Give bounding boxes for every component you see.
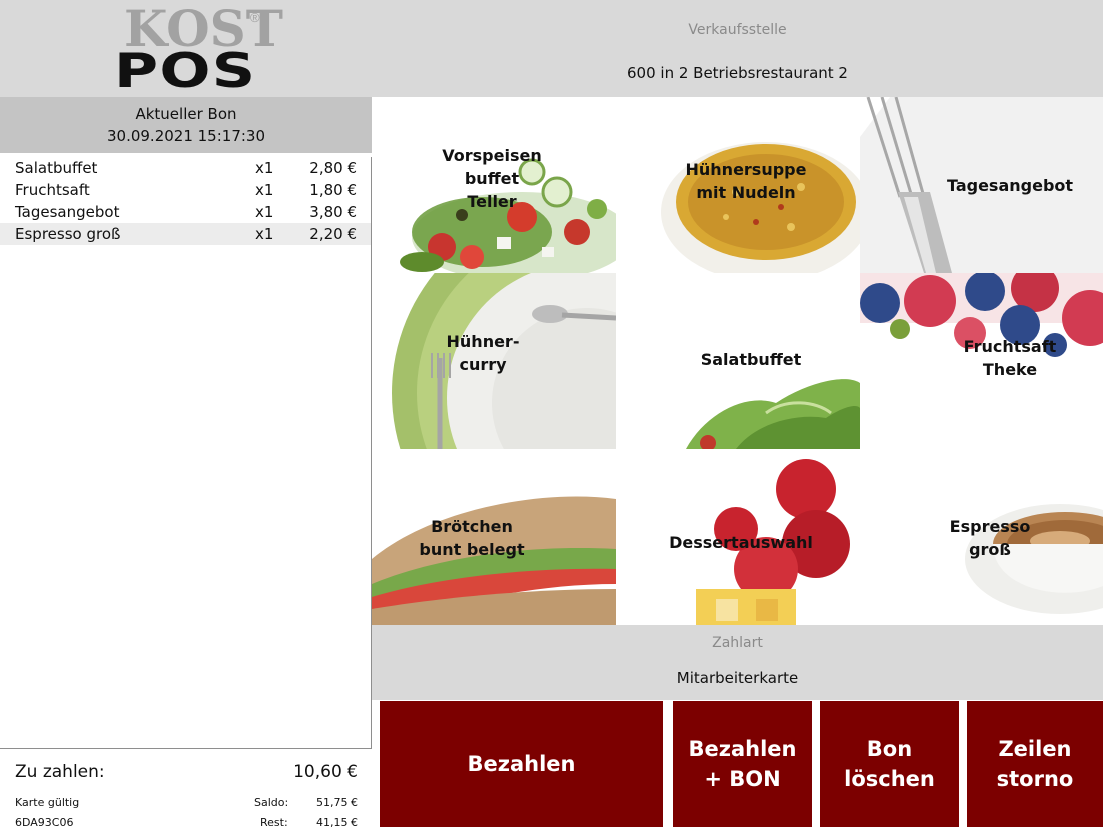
current-receipt-header: Aktueller Bon 30.09.2021 15:17:30	[0, 97, 372, 153]
product-tile-salatbuffet[interactable]: Salatbuffet	[616, 273, 860, 449]
receipt-item-name: Tagesangebot	[15, 203, 120, 221]
receipt-item-price: 2,80 €	[309, 159, 357, 177]
balance-value: 51,75 €	[316, 796, 358, 809]
receipt-item-name: Fruchtsaft	[15, 181, 90, 199]
product-label: Vorspeisen buffet Teller	[442, 146, 542, 211]
card-valid-label: Karte gültig	[15, 796, 80, 809]
product-label: Fruchtsaft Theke	[963, 337, 1057, 379]
receipt-item-list[interactable]: Salatbuffet x1 2,80 € Fruchtsaft x1 1,80…	[0, 157, 372, 749]
receipt-item-price: 3,80 €	[309, 203, 357, 221]
receipt-item-qty: x1	[255, 203, 274, 221]
product-tile-tagesangebot[interactable]: Tagesangebot	[860, 97, 1103, 273]
kostpos-logo: KOST ® POS	[0, 0, 372, 97]
product-grid: Vorspeisen buffet Teller Hühnersuppe mit…	[372, 97, 1103, 625]
balance-label: Saldo:	[254, 796, 289, 809]
void-line-button[interactable]: Zeilen storno	[967, 701, 1103, 827]
product-label: Salatbuffet	[700, 350, 802, 369]
product-tile-huehnersuppe[interactable]: Hühnersuppe mit Nudeln	[616, 97, 860, 273]
remaining-label: Rest:	[260, 816, 288, 827]
remaining-value: 41,15 €	[316, 816, 358, 827]
sales-point-label: Verkaufsstelle	[688, 22, 787, 38]
logo-pos-text: POS	[114, 44, 257, 99]
sales-point-value: 600 in 2 Betriebsrestaurant 2	[627, 64, 848, 82]
delete-receipt-button[interactable]: Bon löschen	[820, 701, 959, 827]
receipt-item-qty: x1	[255, 225, 274, 243]
product-label: Tagesangebot	[946, 176, 1074, 195]
receipt-row-selected[interactable]: Espresso groß x1 2,20 €	[0, 223, 371, 245]
receipt-item-qty: x1	[255, 159, 274, 177]
payment-method-label: Zahlart	[712, 635, 763, 651]
payment-method-panel: Zahlart Mitarbeiterkarte	[372, 625, 1103, 700]
product-tile-fruchtsaft[interactable]: Fruchtsaft Theke	[860, 273, 1103, 449]
product-label: Dessertauswahl	[669, 533, 813, 552]
product-tile-espresso[interactable]: Espresso groß	[860, 449, 1103, 625]
receipt-item-price: 2,20 €	[309, 225, 357, 243]
product-label: Hühnersuppe mit Nudeln	[685, 160, 807, 202]
receipt-row[interactable]: Fruchtsaft x1 1,80 €	[0, 179, 371, 201]
logo-registered-mark: ®	[250, 10, 260, 25]
product-tile-broetchen[interactable]: Brötchen bunt belegt	[372, 449, 616, 625]
product-label: Brötchen bunt belegt	[419, 517, 525, 559]
card-id: 6DA93C06	[15, 816, 74, 827]
receipt-row[interactable]: Salatbuffet x1 2,80 €	[0, 157, 371, 179]
pay-button[interactable]: Bezahlen	[380, 701, 663, 827]
receipt-row[interactable]: Tagesangebot x1 3,80 €	[0, 201, 371, 223]
product-label: Espresso groß	[949, 517, 1031, 559]
receipt-item-name: Espresso groß	[15, 225, 121, 243]
receipt-item-price: 1,80 €	[309, 181, 357, 199]
current-receipt-title: Aktueller Bon	[135, 105, 237, 123]
payment-method-value[interactable]: Mitarbeiterkarte	[372, 669, 1103, 687]
current-receipt-datetime: 30.09.2021 15:17:30	[106, 127, 266, 145]
product-tile-huehnercurry[interactable]: Hühner- curry	[372, 273, 616, 449]
product-tile-vorspeisen[interactable]: Vorspeisen buffet Teller	[372, 97, 616, 273]
sales-point-header: Verkaufsstelle 600 in 2 Betriebsrestaura…	[372, 0, 1103, 97]
totals-panel: Zu zahlen: 10,60 € Karte gültig 6DA93C06…	[0, 750, 372, 827]
product-tile-dessertauswahl[interactable]: Dessertauswahl	[616, 449, 860, 625]
receipt-item-name: Salatbuffet	[15, 159, 98, 177]
product-label: Hühner- curry	[446, 332, 520, 374]
amount-due-value: 10,60 €	[293, 762, 358, 782]
pay-with-receipt-button[interactable]: Bezahlen + BON	[673, 701, 812, 827]
amount-due-label: Zu zahlen:	[15, 762, 105, 782]
receipt-item-qty: x1	[255, 181, 274, 199]
